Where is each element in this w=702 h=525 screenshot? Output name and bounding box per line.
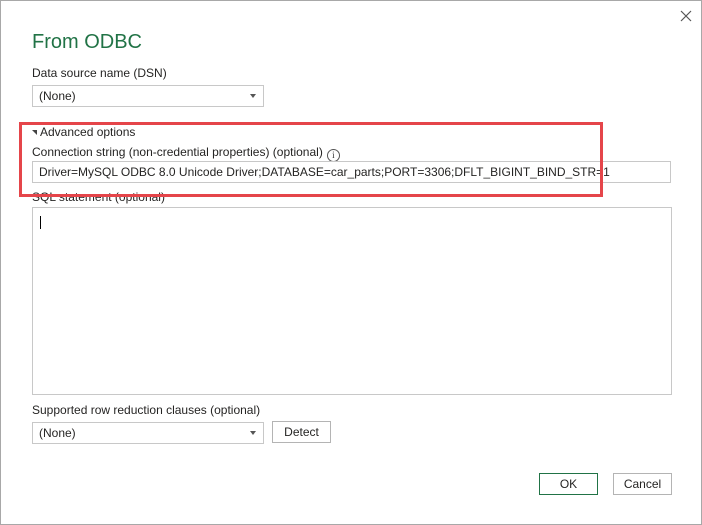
close-icon [680,10,692,22]
cancel-button[interactable]: Cancel [613,473,672,495]
sql-statement-label: SQL statement (optional) [32,190,165,204]
ok-button[interactable]: OK [539,473,598,495]
sql-statement-textarea[interactable] [32,207,672,395]
connection-string-label: Connection string (non-credential proper… [32,145,340,162]
close-button[interactable] [675,5,697,27]
chevron-down-icon [250,94,256,98]
advanced-options-label: Advanced options [40,125,136,139]
dsn-label: Data source name (DSN) [32,66,167,80]
odbc-dialog: From ODBC Data source name (DSN) (None) … [0,0,702,525]
dsn-selected-value: (None) [39,89,76,103]
connection-string-label-text: Connection string (non-credential proper… [32,145,323,159]
text-caret [40,216,41,229]
chevron-down-icon [250,431,256,435]
connection-string-input[interactable]: Driver=MySQL ODBC 8.0 Unicode Driver;DAT… [32,161,671,183]
expand-triangle-icon [32,129,37,135]
dialog-title: From ODBC [32,31,142,53]
row-reduction-selected-value: (None) [39,426,76,440]
dsn-select[interactable]: (None) [32,85,264,107]
row-reduction-select[interactable]: (None) [32,422,264,444]
detect-button[interactable]: Detect [272,421,331,443]
advanced-options-toggle[interactable]: Advanced options [32,125,135,139]
row-reduction-label: Supported row reduction clauses (optiona… [32,403,261,417]
